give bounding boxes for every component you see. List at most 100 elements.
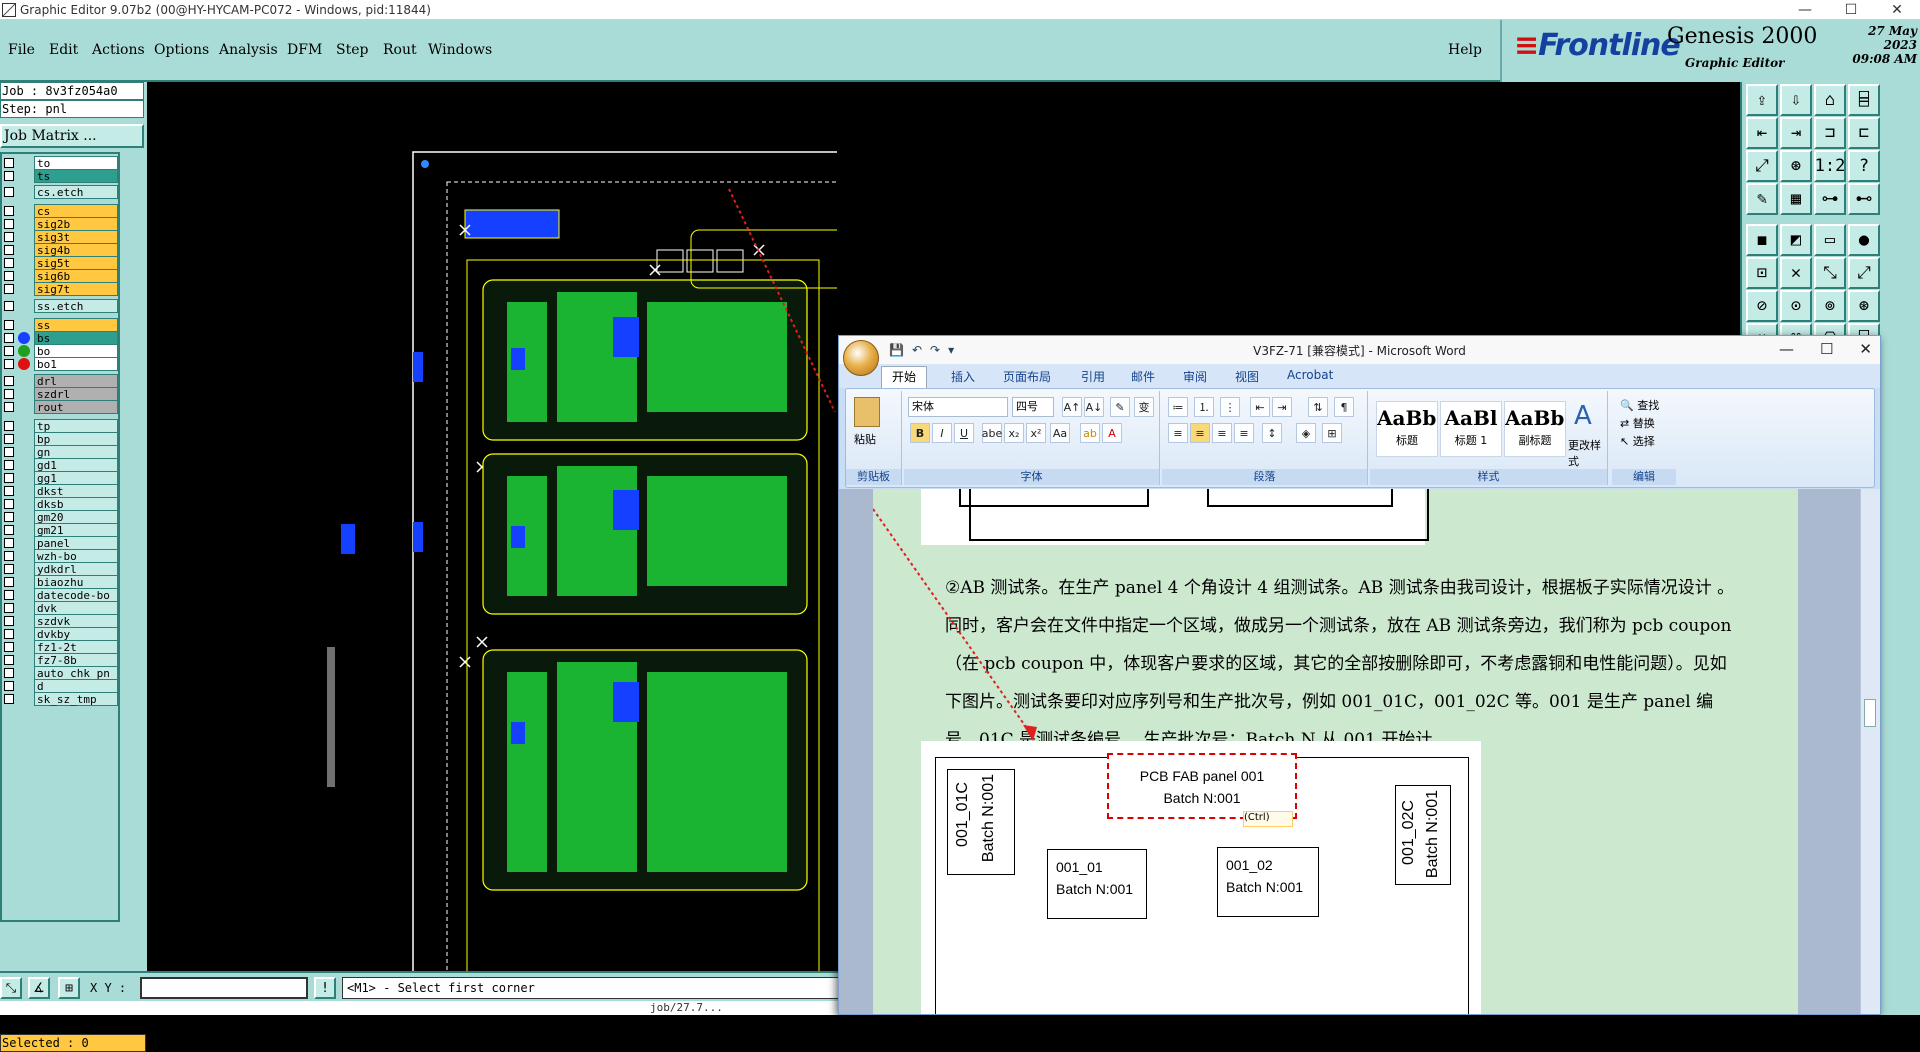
layer-name[interactable]: dvk	[34, 601, 118, 615]
tool-button[interactable]: ⇪	[1746, 84, 1778, 116]
menu-options[interactable]: Options	[154, 42, 209, 58]
layer-name[interactable]: biaozhu	[34, 575, 118, 589]
replace-button[interactable]: ⇄ 替换	[1620, 415, 1655, 431]
layer-name[interactable]: gm20	[34, 510, 118, 524]
tool-button[interactable]: ⌸	[1848, 84, 1880, 116]
layer-name[interactable]: rout	[34, 400, 118, 414]
layer-checkbox[interactable]	[4, 564, 14, 574]
layer-checkbox[interactable]	[4, 171, 14, 181]
paste-label[interactable]: 粘贴	[854, 431, 876, 447]
layer-row[interactable]: dkst	[2, 484, 118, 498]
layer-row[interactable]: rout	[2, 400, 118, 414]
xy-input[interactable]	[140, 977, 308, 999]
sort-button[interactable]: ⇅	[1308, 397, 1328, 417]
layer-row[interactable]: dksb	[2, 497, 118, 511]
layer-checkbox[interactable]	[4, 681, 14, 691]
layer-row[interactable]: sig4b	[2, 243, 118, 257]
layer-name[interactable]: gd1	[34, 458, 118, 472]
tool-button[interactable]: ⊛	[1780, 150, 1812, 182]
grid-tool-icon[interactable]: ⊞	[58, 977, 80, 999]
tool-button[interactable]: ⤡	[1814, 257, 1846, 289]
layer-row[interactable]: cs	[2, 204, 118, 218]
layer-checkbox[interactable]	[4, 359, 14, 369]
tool-button[interactable]: ?	[1848, 150, 1880, 182]
layer-checkbox[interactable]	[4, 346, 14, 356]
bullets-button[interactable]: ≔	[1168, 397, 1188, 417]
layer-name[interactable]: szdrl	[34, 387, 118, 401]
align-right-button[interactable]: ≡	[1212, 423, 1232, 443]
increase-indent-button[interactable]: ⇥	[1272, 397, 1292, 417]
layer-checkbox[interactable]	[4, 486, 14, 496]
layer-name[interactable]: ydkdrl	[34, 562, 118, 576]
layer-row[interactable]: wzh-bo	[2, 549, 118, 563]
shrink-font-button[interactable]: A↓	[1084, 397, 1104, 417]
layer-name[interactable]: drl	[34, 374, 118, 388]
layer-row[interactable]: fz7-8b	[2, 653, 118, 667]
layer-row[interactable]: ts	[2, 169, 118, 183]
scroll-thumb[interactable]	[1864, 699, 1876, 727]
subscript-button[interactable]: x₂	[1004, 423, 1024, 443]
style-heading1[interactable]: AaBl 标题 1	[1440, 401, 1502, 457]
layer-row[interactable]: bo1	[2, 357, 118, 371]
layer-name[interactable]: sig2b	[34, 217, 118, 231]
tool-button[interactable]: ⊏	[1848, 117, 1880, 149]
layer-checkbox[interactable]	[4, 206, 14, 216]
tool-button[interactable]: ⤢	[1848, 257, 1880, 289]
layer-checkbox[interactable]	[4, 655, 14, 665]
word-maximize-icon[interactable]: ☐	[1820, 340, 1833, 358]
layer-row[interactable]: panel	[2, 536, 118, 550]
menu-edit[interactable]: Edit	[49, 42, 78, 58]
redo-icon[interactable]: ↷	[930, 343, 940, 357]
layer-name[interactable]: bo	[34, 344, 118, 358]
select-button[interactable]: ↖ 选择	[1620, 433, 1655, 449]
close-icon[interactable]: ✕	[1874, 0, 1920, 20]
layer-checkbox[interactable]	[4, 389, 14, 399]
layer-checkbox[interactable]	[4, 577, 14, 587]
tab-insert[interactable]: 插入	[951, 368, 975, 385]
tool-button[interactable]: ⊛	[1848, 290, 1880, 322]
layer-name[interactable]: sig5t	[34, 256, 118, 270]
borders-button[interactable]: ⊞	[1322, 423, 1342, 443]
tab-review[interactable]: 审阅	[1183, 368, 1207, 385]
layer-row[interactable]: ydkdrl	[2, 562, 118, 576]
layer-row[interactable]: drl	[2, 374, 118, 388]
layer-name[interactable]: to	[34, 156, 118, 170]
multilevel-button[interactable]: ⋮	[1220, 397, 1240, 417]
paste-icon[interactable]	[854, 397, 880, 427]
layer-name[interactable]: wzh-bo	[34, 549, 118, 563]
tool-button[interactable]: ◩	[1780, 224, 1812, 256]
tool-button[interactable]: ⊘	[1746, 290, 1778, 322]
layer-row[interactable]: bo	[2, 344, 118, 358]
layer-name[interactable]: sk_sz_tmp	[34, 692, 118, 706]
find-button[interactable]: 🔍 查找	[1620, 397, 1659, 413]
tool-button[interactable]: ⊚	[1814, 290, 1846, 322]
phonetic-button[interactable]: 变	[1134, 397, 1154, 417]
show-marks-button[interactable]: ¶	[1334, 397, 1354, 417]
clear-format-button[interactable]: ✎	[1110, 397, 1130, 417]
word-vertical-scrollbar[interactable]	[1860, 489, 1880, 1014]
layer-name[interactable]: szdvk	[34, 614, 118, 628]
layer-name[interactable]: ss	[34, 318, 118, 332]
menu-help[interactable]: Help	[1448, 42, 1482, 58]
font-color-button[interactable]: A	[1102, 423, 1122, 443]
office-button[interactable]	[843, 340, 879, 376]
layer-name[interactable]: dkst	[34, 484, 118, 498]
line-spacing-button[interactable]: ↕	[1262, 423, 1282, 443]
layer-name[interactable]: sig7t	[34, 282, 118, 296]
layer-row[interactable]: cs.etch	[2, 185, 118, 199]
layer-row[interactable]: gm21	[2, 523, 118, 537]
layer-row[interactable]: dvk	[2, 601, 118, 615]
layer-name[interactable]: auto_chk_pn	[34, 666, 118, 680]
graphic-canvas[interactable]	[147, 82, 837, 971]
layer-name[interactable]: gm21	[34, 523, 118, 537]
layer-row[interactable]: tp	[2, 419, 118, 433]
layer-row[interactable]: bs	[2, 331, 118, 345]
tab-home[interactable]: 开始	[881, 366, 928, 388]
tool-button[interactable]: ✕	[1780, 257, 1812, 289]
layer-row[interactable]: szdrl	[2, 387, 118, 401]
layer-checkbox[interactable]	[4, 629, 14, 639]
style-subtitle[interactable]: AaBbC副标题	[1504, 401, 1566, 457]
layer-checkbox[interactable]	[4, 232, 14, 242]
tab-mailings[interactable]: 邮件	[1131, 368, 1155, 385]
strikethrough-button[interactable]: abe	[982, 423, 1002, 443]
